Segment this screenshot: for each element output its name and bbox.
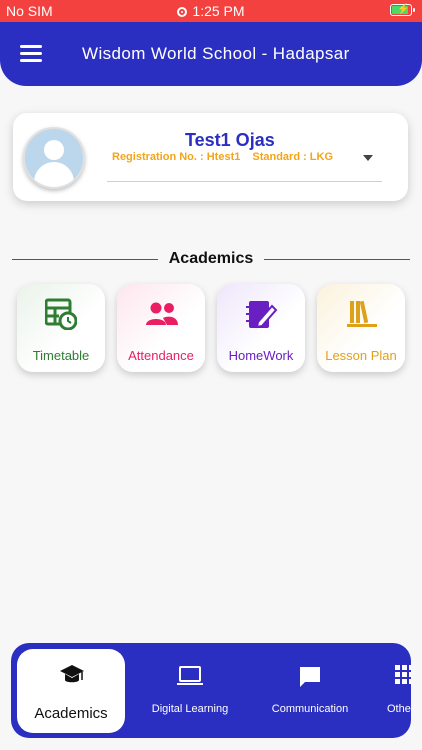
homework-icon xyxy=(246,301,278,329)
avatar xyxy=(23,127,85,189)
lock-rotation-icon xyxy=(177,7,188,17)
tile-timetable[interactable]: Timetable xyxy=(17,284,105,372)
people-icon xyxy=(146,302,178,325)
standard-label: Standard : LKG xyxy=(252,151,334,163)
app-bar: Wisdom World School - Hadapsar xyxy=(0,22,422,86)
app-title: Wisdom World School - Hadapsar xyxy=(82,44,350,63)
chat-icon xyxy=(300,667,320,687)
nav-other[interactable]: Othe xyxy=(381,643,411,738)
registration-number: Registration No. : Htest1 xyxy=(112,151,241,163)
divider xyxy=(107,181,382,182)
tile-label: Lesson Plan xyxy=(325,348,397,363)
nav-label: Communication xyxy=(271,703,349,715)
nav-label: Academics xyxy=(34,705,108,722)
academics-section-header: Academics xyxy=(0,250,422,270)
grid-icon xyxy=(395,665,411,684)
battery-icon: ⚡ xyxy=(390,4,415,16)
menu-icon[interactable] xyxy=(20,45,42,63)
nav-label: Digital Learning xyxy=(151,703,229,715)
tile-lesson-plan[interactable]: Lesson Plan xyxy=(317,284,405,372)
tile-homework[interactable]: HomeWork xyxy=(217,284,305,372)
timetable-icon xyxy=(45,298,77,330)
tile-label: Timetable xyxy=(32,348,90,363)
tile-label: HomeWork xyxy=(228,348,294,363)
student-dropdown-icon[interactable] xyxy=(363,155,373,161)
student-name: Test1 Ojas xyxy=(185,130,275,150)
bottom-navigation: Academics Digital Learning Communication… xyxy=(11,643,411,738)
books-icon xyxy=(347,300,377,327)
graduation-cap-icon xyxy=(60,665,84,683)
tile-attendance[interactable]: Attendance xyxy=(117,284,205,372)
nav-label: Othe xyxy=(387,703,411,715)
laptop-icon xyxy=(177,666,203,685)
nav-academics[interactable]: Academics xyxy=(17,649,125,733)
nav-communication[interactable]: Communication xyxy=(256,643,364,738)
divider xyxy=(264,259,410,260)
tile-label: Attendance xyxy=(128,348,194,363)
nav-digital-learning[interactable]: Digital Learning xyxy=(131,643,249,738)
status-bar: No SIM 1:25 PM ⚡ xyxy=(0,0,422,22)
clock-time: 1:25 PM xyxy=(192,3,245,19)
student-profile-card: Test1 Ojas Registration No. : Htest1 Stan… xyxy=(13,113,408,201)
